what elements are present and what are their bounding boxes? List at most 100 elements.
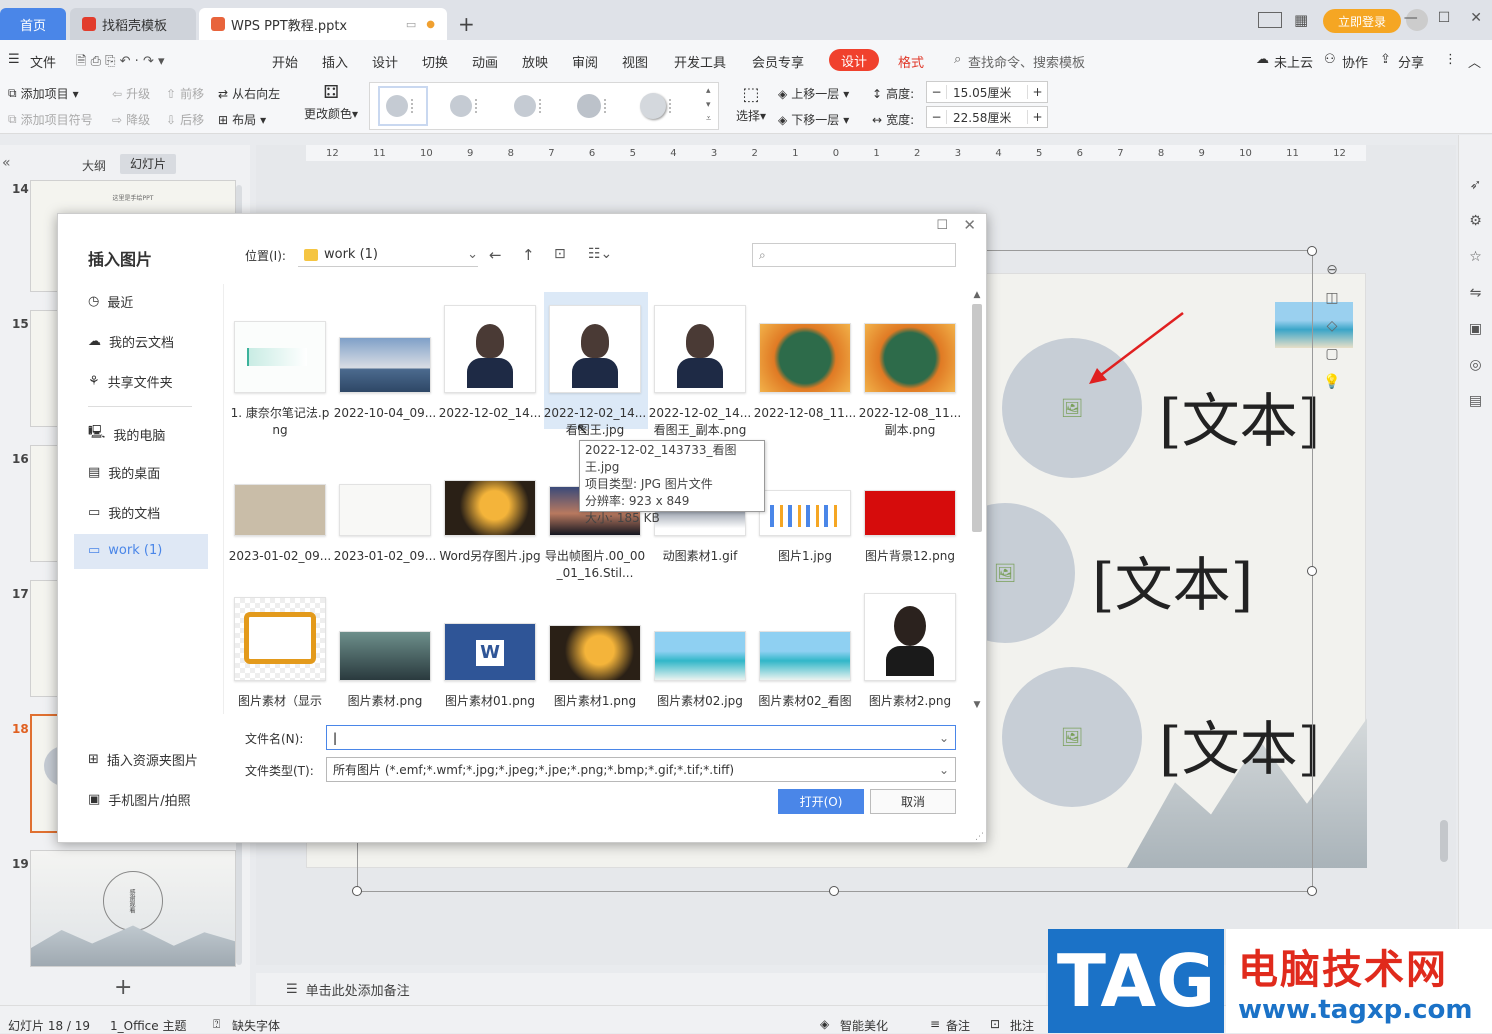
- close-icon[interactable]: ✕: [963, 216, 976, 234]
- menu-review[interactable]: 审阅: [572, 52, 598, 71]
- layout-button[interactable]: ⊞ 布局 ▾: [218, 111, 266, 128]
- slide-thumb-19[interactable]: 感谢观看: [30, 850, 236, 967]
- notes-toggle[interactable]: 备注: [946, 1017, 970, 1034]
- book-icon[interactable]: ▤: [1469, 393, 1482, 409]
- sidebar-item-documents[interactable]: ▭ 我的文档: [88, 503, 160, 522]
- collab-button[interactable]: 协作: [1342, 52, 1368, 71]
- view-mode-icon[interactable]: ☷⌄: [588, 246, 612, 262]
- move-backward-button[interactable]: ⇩ 后移: [166, 111, 204, 128]
- comments-toggle[interactable]: 批注: [1010, 1017, 1034, 1034]
- login-button[interactable]: 立即登录: [1323, 9, 1401, 33]
- minimize-icon[interactable]: —: [1404, 10, 1418, 26]
- sidebar-item-work[interactable]: ▭ work (1): [88, 543, 162, 558]
- style-thumb[interactable]: [442, 86, 492, 126]
- rtl-button[interactable]: ⇄ 从右向左: [218, 85, 280, 102]
- outline-icon[interactable]: ▢: [1325, 346, 1338, 362]
- style-thumb[interactable]: [634, 86, 684, 126]
- move-forward-button[interactable]: ⇧ 前移: [166, 85, 204, 102]
- style-thumb[interactable]: [378, 86, 428, 126]
- canvas-scrollbar[interactable]: [1440, 820, 1448, 862]
- hamburger-icon[interactable]: ☰: [8, 52, 20, 67]
- menu-developer[interactable]: 开发工具: [674, 52, 726, 71]
- tab-document[interactable]: WPS PPT教程.pptx ▭ ●: [199, 8, 447, 40]
- add-item-button[interactable]: ⧉ 添加项目 ▾: [8, 85, 79, 102]
- add-bullet-button[interactable]: ⧉ 添加项目符号: [8, 111, 93, 128]
- smart-beautify-button[interactable]: 智能美化: [840, 1017, 888, 1034]
- menu-transition[interactable]: 切换: [422, 52, 448, 71]
- new-folder-icon[interactable]: ⊡: [554, 246, 566, 262]
- location-select[interactable]: work (1) ⌄: [298, 243, 478, 267]
- cancel-button[interactable]: 取消: [870, 789, 956, 814]
- resize-handle[interactable]: [352, 886, 362, 896]
- missing-font[interactable]: 缺失字体: [232, 1017, 280, 1034]
- transition-icon[interactable]: ⇋: [1470, 285, 1482, 301]
- height-field[interactable]: − 15.05厘米 +: [926, 81, 1048, 103]
- send-backward-button[interactable]: ◈ 下移一层 ▾: [778, 111, 849, 128]
- resize-grip-icon[interactable]: ⋰: [975, 832, 984, 842]
- compass-icon[interactable]: ◎: [1469, 357, 1481, 373]
- maximize-icon[interactable]: ☐: [1438, 10, 1451, 26]
- layers-icon[interactable]: ◫: [1325, 290, 1338, 306]
- new-tab-button[interactable]: +: [458, 12, 475, 36]
- collapse-panel-icon[interactable]: «: [2, 155, 11, 171]
- share-button[interactable]: 分享: [1398, 52, 1424, 71]
- reading-mode-icon[interactable]: [1258, 12, 1282, 28]
- bring-forward-button[interactable]: ◈ 上移一层 ▾: [778, 85, 849, 102]
- sidebar-item-desktop[interactable]: ▤ 我的桌面: [88, 463, 160, 482]
- style-thumb[interactable]: [570, 86, 620, 126]
- menu-design[interactable]: 设计: [372, 52, 398, 71]
- open-button[interactable]: 打开(O): [778, 789, 864, 814]
- style-thumb[interactable]: [506, 86, 556, 126]
- width-plus-button[interactable]: +: [1027, 110, 1047, 124]
- height-minus-button[interactable]: −: [927, 85, 947, 99]
- star-icon[interactable]: ☆: [1469, 249, 1482, 265]
- add-slide-button[interactable]: +: [114, 975, 132, 1000]
- zoom-out-icon[interactable]: ⊖: [1326, 262, 1338, 278]
- sidebar-item-shared[interactable]: ⚘ 共享文件夹: [88, 372, 173, 391]
- filename-input[interactable]: | ⌄: [326, 725, 956, 750]
- change-color-button[interactable]: ⚃ 更改颜色▾: [304, 82, 358, 122]
- sidebar-item-recent[interactable]: ◷ 最近: [88, 292, 133, 311]
- menu-slideshow[interactable]: 放映: [522, 52, 548, 71]
- sidebar-item-computer[interactable]: 🖳 我的电脑: [88, 423, 165, 445]
- tab-format[interactable]: 格式: [898, 52, 924, 71]
- menu-view[interactable]: 视图: [622, 52, 648, 71]
- scroll-thumb[interactable]: [972, 304, 982, 532]
- search-input[interactable]: ⌕: [752, 243, 956, 267]
- tab-slides[interactable]: 幻灯片: [120, 154, 176, 174]
- more-icon[interactable]: ⋮: [1444, 52, 1457, 67]
- height-plus-button[interactable]: +: [1027, 85, 1047, 99]
- menu-file[interactable]: 文件: [30, 52, 56, 71]
- scroll-up-icon[interactable]: ▲: [970, 290, 984, 300]
- grid-scrollbar[interactable]: ▲ ▼: [970, 290, 984, 710]
- monitor-icon[interactable]: ▭: [406, 18, 416, 31]
- cloud-status[interactable]: 未上云: [1274, 52, 1313, 71]
- sidebar-item-cloud[interactable]: ☁ 我的云文档: [88, 332, 174, 351]
- search-icon[interactable]: ⌕: [954, 52, 961, 67]
- scroll-down-icon[interactable]: ▼: [970, 700, 984, 710]
- tab-template[interactable]: 找稻壳模板: [70, 8, 196, 40]
- tab-home[interactable]: 首页: [0, 8, 66, 40]
- resize-handle[interactable]: [1307, 566, 1317, 576]
- select-button[interactable]: ⬚ 选择▾: [736, 84, 766, 124]
- tab-smartart-design[interactable]: 设计: [829, 49, 879, 71]
- filetype-select[interactable]: 所有图片 (*.emf;*.wmf;*.jpg;*.jpeg;*.jpe;*.p…: [326, 757, 956, 782]
- notes-area[interactable]: ☰ 单击此处添加备注: [256, 973, 1046, 1005]
- menu-member[interactable]: 会员专享: [752, 52, 804, 71]
- menu-start[interactable]: 开始: [272, 52, 298, 71]
- rocket-icon[interactable]: ➶: [1470, 177, 1482, 193]
- tab-outline[interactable]: 大纲: [82, 157, 106, 174]
- quick-tools-icon[interactable]: 🗎 ⎙ ⎘ ↶ · ↷ ▾: [76, 52, 165, 74]
- settings-icon[interactable]: ⚙: [1469, 213, 1482, 229]
- width-field[interactable]: − 22.58厘米 +: [926, 106, 1048, 128]
- phone-photo-link[interactable]: ▣ 手机图片/拍照: [88, 790, 191, 809]
- bulb-icon[interactable]: 💡: [1323, 374, 1340, 390]
- theme-name[interactable]: 1_Office 主题: [110, 1017, 186, 1034]
- grid-icon[interactable]: ▦: [1294, 11, 1308, 29]
- menu-insert[interactable]: 插入: [322, 52, 348, 71]
- upgrade-button[interactable]: ⇦ 升级: [112, 85, 150, 102]
- command-search[interactable]: 查找命令、搜索模板: [968, 52, 1085, 71]
- up-icon[interactable]: ↑: [522, 246, 535, 264]
- downgrade-button[interactable]: ⇨ 降级: [112, 111, 150, 128]
- back-icon[interactable]: ←: [489, 246, 502, 264]
